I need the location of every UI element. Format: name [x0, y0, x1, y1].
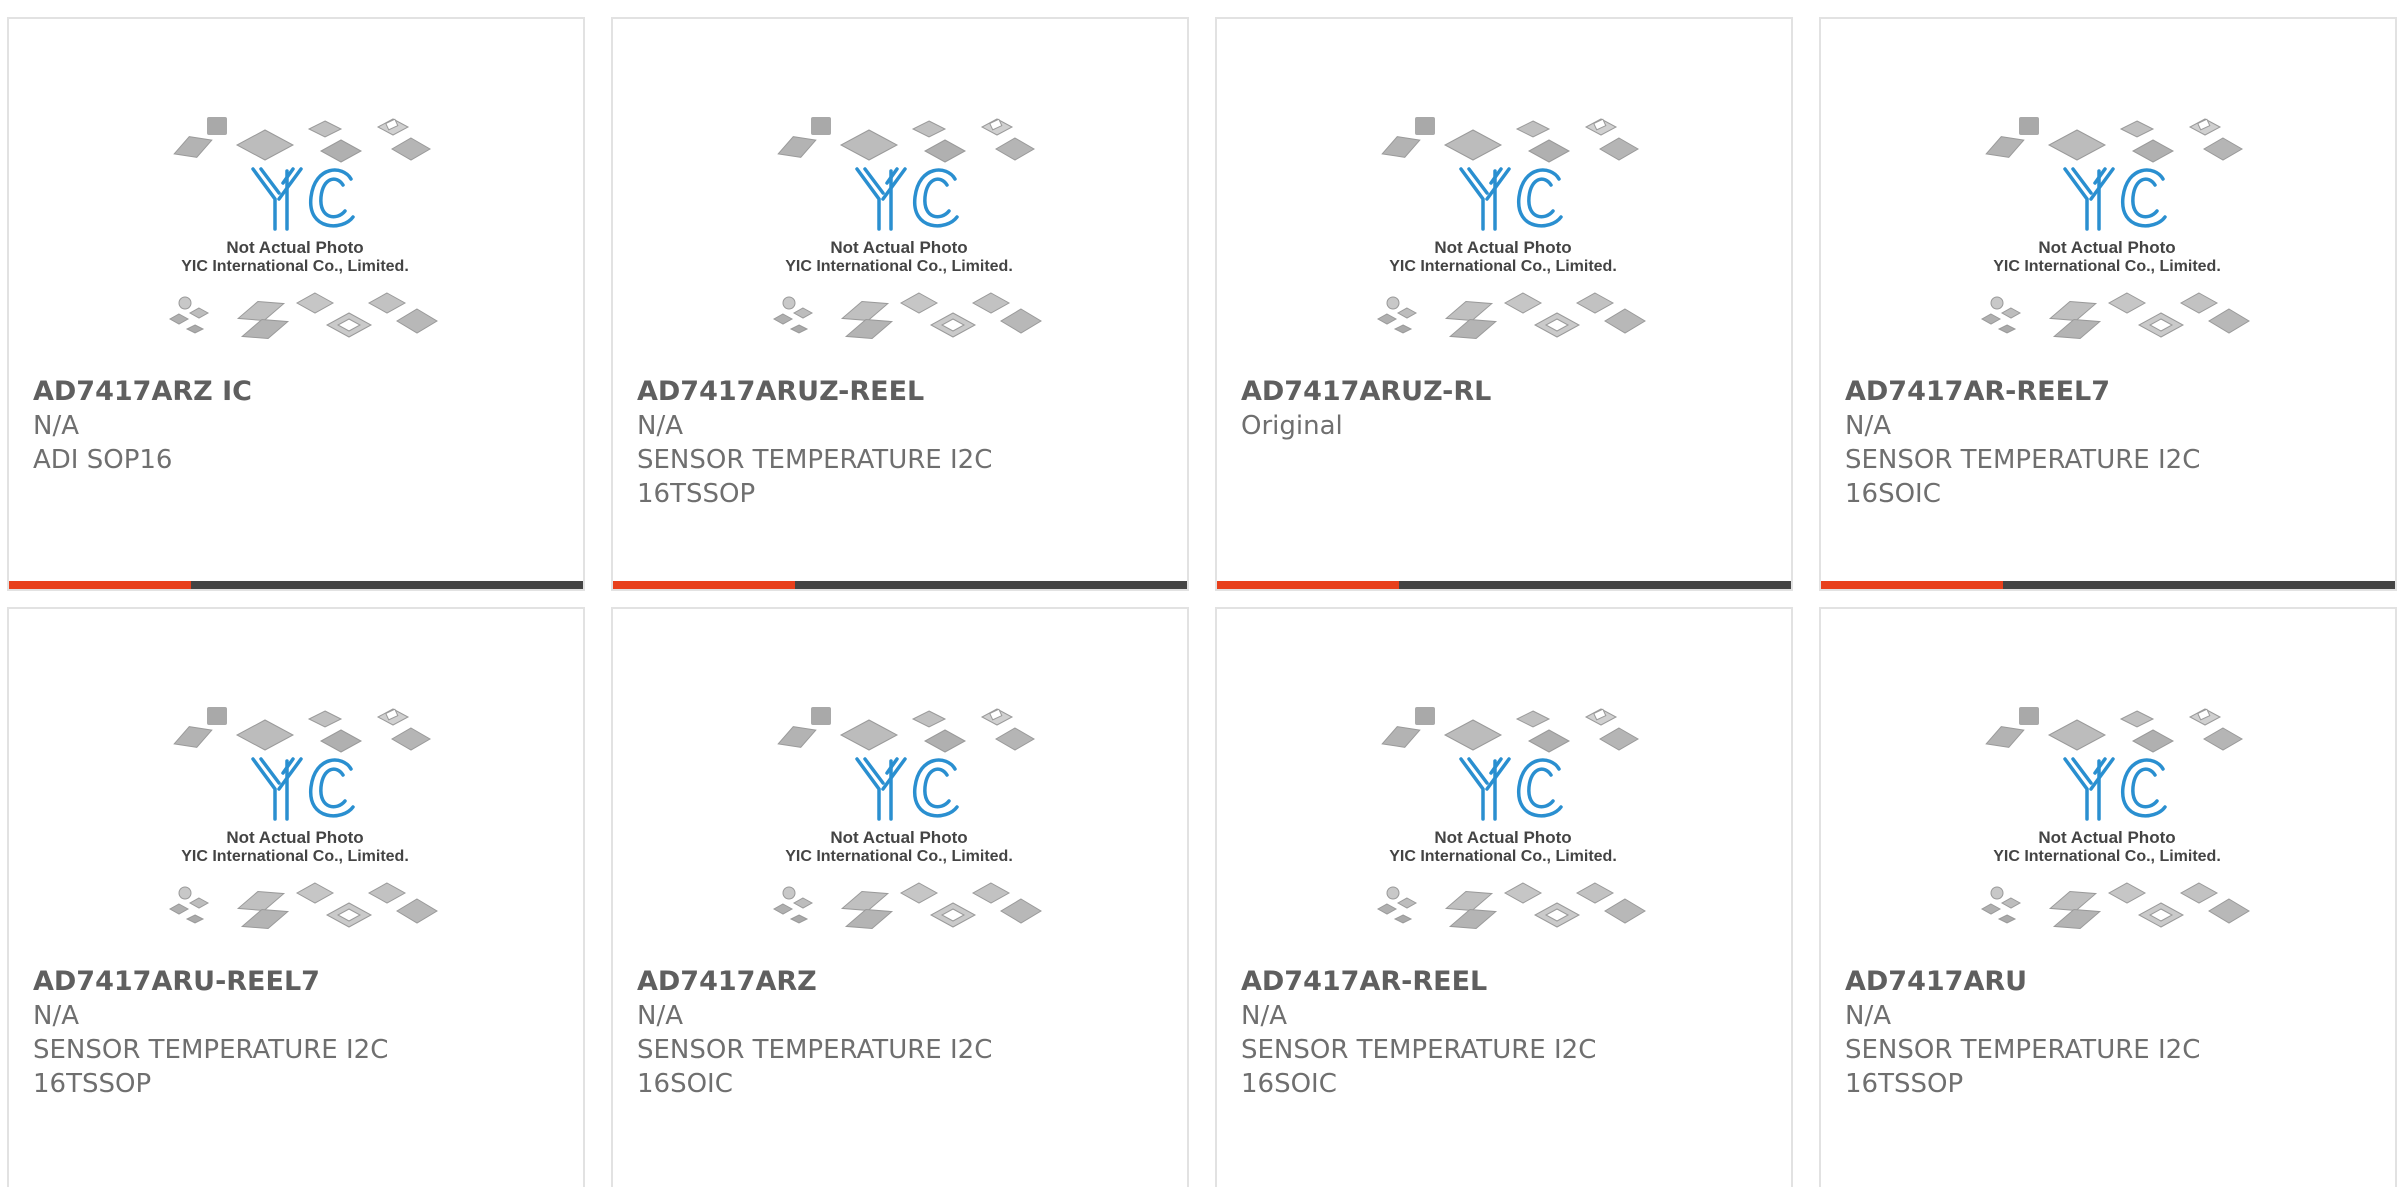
svg-text:Not Actual Photo: Not Actual Photo: [2038, 828, 2175, 847]
svg-text:Not Actual Photo: Not Actual Photo: [1434, 828, 1571, 847]
part-number[interactable]: AD7417ARUZ-RL: [1241, 375, 1771, 409]
part-number[interactable]: AD7417ARZ: [637, 965, 1167, 999]
svg-text:YIC International Co., Limited: YIC International Co., Limited.: [785, 848, 1013, 865]
product-detail: N/A: [33, 1001, 79, 1031]
product-card[interactable]: Not Actual Photo YIC International Co., L…: [611, 17, 1189, 591]
svg-text:Not Actual Photo: Not Actual Photo: [226, 238, 363, 257]
product-detail: N/A: [33, 411, 79, 441]
svg-text:YIC International Co., Limited: YIC International Co., Limited.: [181, 258, 409, 275]
product-info: AD7417AR-REEL N/A SENSOR TEMPERATURE I2C…: [1241, 965, 1771, 1101]
product-detail: 16TSSOP: [1845, 1069, 1964, 1099]
svg-text:Not Actual Photo: Not Actual Photo: [226, 828, 363, 847]
product-detail: N/A: [637, 411, 683, 441]
part-number[interactable]: AD7417ARUZ-REEL: [637, 375, 1167, 409]
product-card[interactable]: Not Actual Photo YIC International Co., L…: [1819, 607, 2397, 1187]
product-detail: 16SOIC: [1241, 1069, 1337, 1099]
product-detail: Original: [1241, 411, 1343, 441]
card-footer-bar: [9, 581, 583, 589]
product-image: Not Actual Photo YIC International Co., L…: [1373, 697, 1653, 957]
product-card[interactable]: Not Actual Photo YIC International Co., L…: [1819, 17, 2397, 591]
product-detail: ADI SOP16: [33, 445, 173, 475]
svg-text:YIC International Co., Limited: YIC International Co., Limited.: [1993, 258, 2221, 275]
svg-text:YIC International Co., Limited: YIC International Co., Limited.: [785, 258, 1013, 275]
product-info: AD7417ARZ IC N/A ADI SOP16: [33, 375, 563, 477]
product-image: Not Actual Photo YIC International Co., L…: [1977, 697, 2257, 957]
product-info: AD7417ARUZ-RL Original: [1241, 375, 1771, 443]
product-image: Not Actual Photo YIC International Co., L…: [769, 107, 1049, 367]
part-number[interactable]: AD7417ARZ IC: [33, 375, 563, 409]
product-image: Not Actual Photo YIC International Co., L…: [1977, 107, 2257, 367]
card-footer-accent: [1217, 581, 1399, 589]
product-info: AD7417ARU-REEL7 N/A SENSOR TEMPERATURE I…: [33, 965, 563, 1101]
svg-text:Not Actual Photo: Not Actual Photo: [830, 828, 967, 847]
product-card[interactable]: Not Actual Photo YIC International Co., L…: [7, 17, 585, 591]
placeholder-graphic: Not Actual PhotoYIC International Co., L…: [772, 707, 1042, 930]
placeholder-graphic: Not Actual PhotoYIC International Co., L…: [772, 117, 1042, 340]
placeholder-graphic: Not Actual PhotoYIC International Co., L…: [1980, 707, 2250, 930]
product-detail: N/A: [1845, 411, 1891, 441]
product-detail: 16TSSOP: [637, 479, 756, 509]
placeholder-graphic: Not Actual PhotoYIC International Co., L…: [1980, 117, 2250, 340]
product-detail: N/A: [637, 1001, 683, 1031]
product-detail: SENSOR TEMPERATURE I2C: [1845, 1035, 2201, 1065]
part-number[interactable]: AD7417AR-REEL7: [1845, 375, 2375, 409]
product-detail: SENSOR TEMPERATURE I2C: [637, 1035, 993, 1065]
product-detail: SENSOR TEMPERATURE I2C: [1845, 445, 2201, 475]
card-footer-bar: [1821, 581, 2395, 589]
product-card[interactable]: Not Actual Photo YIC International Co., L…: [7, 607, 585, 1187]
product-detail: N/A: [1241, 1001, 1287, 1031]
product-image: Not Actual Photo YIC International Co., L…: [1373, 107, 1653, 367]
part-number[interactable]: AD7417AR-REEL: [1241, 965, 1771, 999]
product-info: AD7417AR-REEL7 N/A SENSOR TEMPERATURE I2…: [1845, 375, 2375, 511]
product-image: Not Actual Photo YIC International Co., L…: [165, 107, 445, 367]
product-info: AD7417ARZ N/A SENSOR TEMPERATURE I2C 16S…: [637, 965, 1167, 1101]
product-detail: 16SOIC: [637, 1069, 733, 1099]
product-image: Not Actual Photo YIC International Co., L…: [165, 697, 445, 957]
svg-text:YIC International Co., Limited: YIC International Co., Limited.: [1993, 848, 2221, 865]
product-detail: 16TSSOP: [33, 1069, 152, 1099]
placeholder-graphic: Not Actual PhotoYIC International Co., L…: [168, 707, 438, 930]
svg-text:YIC International Co., Limited: YIC International Co., Limited.: [1389, 258, 1617, 275]
card-footer-accent: [613, 581, 795, 589]
card-footer-bar: [613, 581, 1187, 589]
svg-text:Not Actual Photo: Not Actual Photo: [830, 238, 967, 257]
svg-text:YIC International Co., Limited: YIC International Co., Limited.: [181, 848, 409, 865]
product-detail: N/A: [1845, 1001, 1891, 1031]
svg-text:Not Actual Photo: Not Actual Photo: [1434, 238, 1571, 257]
part-number[interactable]: AD7417ARU: [1845, 965, 2375, 999]
product-card[interactable]: Not Actual Photo YIC International Co., L…: [1215, 607, 1793, 1187]
card-footer-accent: [9, 581, 191, 589]
placeholder-graphic: Not Actual PhotoYIC International Co., L…: [1376, 707, 1646, 930]
product-image: Not Actual Photo YIC International Co., L…: [769, 697, 1049, 957]
product-detail: SENSOR TEMPERATURE I2C: [1241, 1035, 1597, 1065]
product-detail: SENSOR TEMPERATURE I2C: [637, 445, 993, 475]
card-footer-accent: [1821, 581, 2003, 589]
product-card[interactable]: Not Actual Photo YIC International Co., L…: [1215, 17, 1793, 591]
svg-text:Not Actual Photo: Not Actual Photo: [2038, 238, 2175, 257]
svg-text:YIC International Co., Limited: YIC International Co., Limited.: [1389, 848, 1617, 865]
product-grid: Not Actual Photo YIC International Co., L…: [0, 0, 2400, 1187]
product-info: AD7417ARU N/A SENSOR TEMPERATURE I2C 16T…: [1845, 965, 2375, 1101]
product-card[interactable]: Not Actual Photo YIC International Co., L…: [611, 607, 1189, 1187]
product-detail: 16SOIC: [1845, 479, 1941, 509]
product-info: AD7417ARUZ-REEL N/A SENSOR TEMPERATURE I…: [637, 375, 1167, 511]
card-footer-bar: [1217, 581, 1791, 589]
product-detail: SENSOR TEMPERATURE I2C: [33, 1035, 389, 1065]
placeholder-graphic: Not Actual PhotoYIC International Co., L…: [1376, 117, 1646, 340]
placeholder-graphic: Not Actual PhotoYIC International Co., L…: [168, 117, 438, 340]
part-number[interactable]: AD7417ARU-REEL7: [33, 965, 563, 999]
